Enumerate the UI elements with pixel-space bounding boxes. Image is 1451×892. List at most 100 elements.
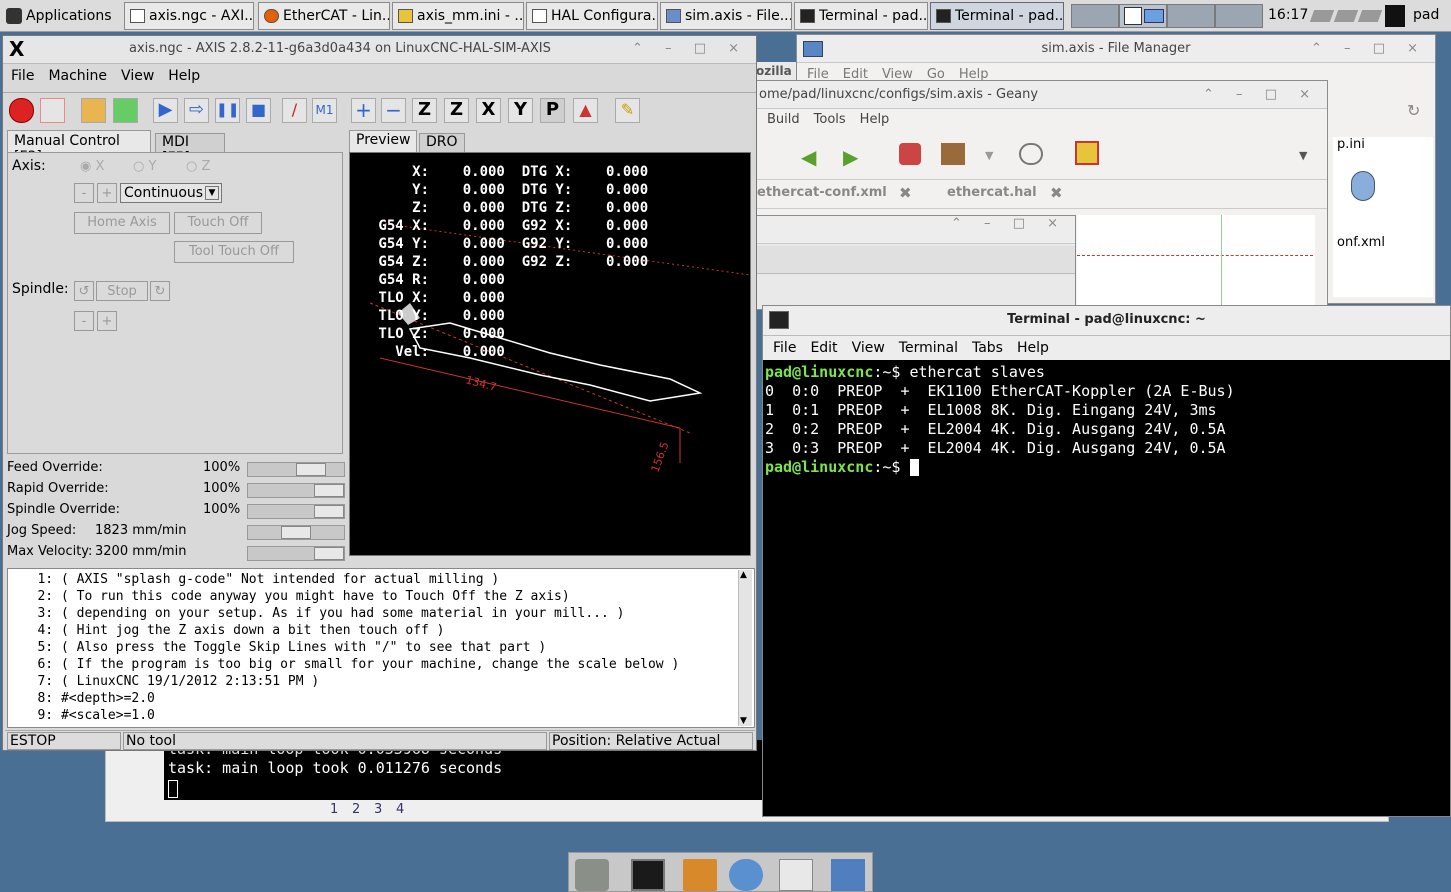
vnc-icon[interactable]	[1385, 5, 1405, 27]
menu-file[interactable]: File	[773, 340, 796, 356]
workspace-3[interactable]	[1167, 4, 1215, 28]
chevron-up-icon[interactable]: ▲	[740, 570, 747, 580]
file-cabinet-icon[interactable]	[683, 859, 717, 891]
run-icon[interactable]: ▶	[153, 98, 178, 123]
gcode-line[interactable]: 1: ( AXIS "splash g-code" Not intended f…	[14, 571, 754, 588]
tab-ethercat-hal[interactable]: ethercat.hal	[947, 185, 1037, 200]
slider-handle[interactable]	[314, 505, 344, 518]
spindle-stop-button[interactable]: Stop	[96, 281, 148, 301]
axis-x-radio[interactable]: ◉ X	[80, 159, 104, 174]
preview-canvas[interactable]: 134.7 156.5 X: 0.000 DTG X: 0.000 Y: 0.0…	[349, 152, 751, 556]
view-x-icon[interactable]: X	[476, 98, 501, 123]
forward-icon[interactable]: ▶	[843, 145, 858, 169]
reload-icon[interactable]	[113, 98, 138, 123]
geany-editor[interactable]	[1077, 215, 1315, 305]
touch-off-button[interactable]: Touch Off	[174, 212, 262, 234]
taskbar-app-axis[interactable]: axis.ngc - AXI...	[124, 2, 254, 30]
gcode-line[interactable]: 2: ( To run this code anyway you might h…	[14, 588, 754, 605]
slider-handle[interactable]	[281, 526, 311, 539]
jog-plus-button[interactable]: +	[97, 183, 117, 203]
web-browser-icon[interactable]	[729, 859, 763, 891]
pause-icon[interactable]: ❚❚	[215, 98, 240, 123]
tab-mdi[interactable]: MDI [F5]	[155, 133, 225, 166]
window-controls[interactable]: ⌃ – □ ×	[1203, 81, 1319, 109]
taskbar-app-hal-config[interactable]: HAL Configura...	[526, 2, 658, 30]
menu-view[interactable]: View	[121, 68, 154, 84]
slider-handle[interactable]	[296, 463, 326, 476]
spindle-forward-icon[interactable]: ↻	[150, 281, 170, 301]
step-icon[interactable]: ⇨	[184, 98, 209, 123]
menu-terminal[interactable]: Terminal	[899, 340, 958, 356]
override-slider[interactable]	[247, 525, 345, 540]
tab-ethercat-conf[interactable]: ethercat-conf.xml	[757, 185, 887, 200]
open-file-icon[interactable]	[81, 98, 106, 123]
gcode-line[interactable]: 4: ( Hint jog the Z axis down a bit then…	[14, 622, 754, 639]
chevron-down-icon[interactable]: ▼	[740, 716, 747, 726]
taskbar-app-terminal-2[interactable]: Terminal - pad...	[930, 2, 1064, 30]
override-slider[interactable]	[247, 483, 345, 498]
menu-help[interactable]: Help	[168, 68, 200, 84]
taskbar-app-firefox[interactable]: EtherCAT - Lin...	[258, 2, 390, 30]
tool-touch-off-button[interactable]: Tool Touch Off	[174, 241, 294, 263]
spindle-faster-button[interactable]: +	[97, 311, 117, 331]
user-name[interactable]: pad	[1413, 7, 1439, 23]
zoom-in-icon[interactable]: +	[351, 98, 376, 123]
jog-minus-button[interactable]: -	[74, 183, 94, 203]
build-icon[interactable]	[941, 143, 965, 165]
close-icon[interactable]: ✖	[899, 184, 912, 202]
tab-preview[interactable]: Preview	[349, 130, 417, 152]
taskbar-app-terminal-1[interactable]: Terminal - pad...	[794, 2, 928, 30]
zoom-out-icon[interactable]: −	[381, 98, 406, 123]
page-link[interactable]: 3	[374, 802, 382, 817]
file-item[interactable]: p.ini	[1337, 137, 1365, 152]
file-item[interactable]: onf.xml	[1337, 235, 1385, 250]
axis-z-radio[interactable]: ○ Z	[186, 159, 210, 174]
workspace-1[interactable]	[1071, 4, 1119, 28]
stop-icon[interactable]: ■	[246, 98, 271, 123]
clock[interactable]: 16:17	[1268, 7, 1308, 23]
gcode-line[interactable]: 7: ( LinuxCNC 19/1/2012 2:13:51 PM )	[14, 673, 754, 690]
taskbar-app-file-manager[interactable]: sim.axis - File...	[660, 2, 792, 30]
menu-help[interactable]: Help	[860, 112, 890, 127]
spindle-reverse-icon[interactable]: ↺	[74, 281, 94, 301]
reload-icon[interactable]: ↻	[1407, 101, 1420, 120]
show-desktop-icon[interactable]	[575, 859, 609, 891]
applications-menu[interactable]: Applications	[4, 4, 122, 28]
gcode-line[interactable]: 9: #<scale>=1.0	[14, 707, 754, 724]
menu-file[interactable]: File	[11, 68, 34, 84]
menu-build[interactable]: Build	[767, 112, 800, 127]
workspace-4[interactable]	[1215, 4, 1263, 28]
gcode-line[interactable]: 3: ( depending on your setup. As if you …	[14, 605, 754, 622]
page-link[interactable]: 1	[330, 802, 338, 817]
skip-lines-icon[interactable]: /	[282, 98, 307, 123]
menu-machine[interactable]: Machine	[48, 68, 107, 84]
terminal-icon[interactable]	[631, 859, 665, 891]
gcode-line[interactable]: 5: ( Also press the Toggle Skip Lines wi…	[14, 639, 754, 656]
color-chooser-icon[interactable]	[1075, 141, 1099, 165]
rotate-view-icon[interactable]: ▲	[573, 98, 598, 123]
gcode-line[interactable]: 6: ( If the program is too big or small …	[14, 656, 754, 673]
optional-stop-icon[interactable]: M1	[312, 98, 337, 123]
view-y-icon[interactable]: Y	[508, 98, 533, 123]
view-p-icon[interactable]: P	[540, 98, 565, 123]
chevron-down-icon[interactable]: ▼	[985, 149, 993, 162]
slider-handle[interactable]	[314, 547, 344, 560]
chevron-down-icon[interactable]: ▼	[1299, 149, 1307, 162]
estop-icon[interactable]	[9, 98, 34, 123]
compile-icon[interactable]	[899, 143, 921, 165]
jog-mode-select[interactable]: Continuous ▼	[120, 183, 222, 203]
app-finder-icon[interactable]	[779, 859, 813, 891]
gcode-view[interactable]: 1: ( AXIS "splash g-code" Not intended f…	[7, 568, 755, 728]
network-icon[interactable]	[1309, 6, 1383, 26]
override-slider[interactable]	[247, 546, 345, 561]
page-link[interactable]: 2	[352, 802, 360, 817]
clear-backplot-icon[interactable]: ✎	[615, 98, 640, 123]
window-controls[interactable]: ⌃ – □ ×	[1311, 35, 1427, 63]
axis-y-radio[interactable]: ○ Y	[133, 159, 156, 174]
slider-handle[interactable]	[314, 484, 344, 497]
gcode-line[interactable]: 8: #<depth>=2.0	[14, 690, 754, 707]
home-axis-button[interactable]: Home Axis	[74, 212, 170, 234]
tab-manual-control[interactable]: Manual Control [F3]	[7, 130, 151, 165]
menu-edit[interactable]: Edit	[810, 340, 837, 356]
menu-tabs[interactable]: Tabs	[972, 340, 1003, 356]
